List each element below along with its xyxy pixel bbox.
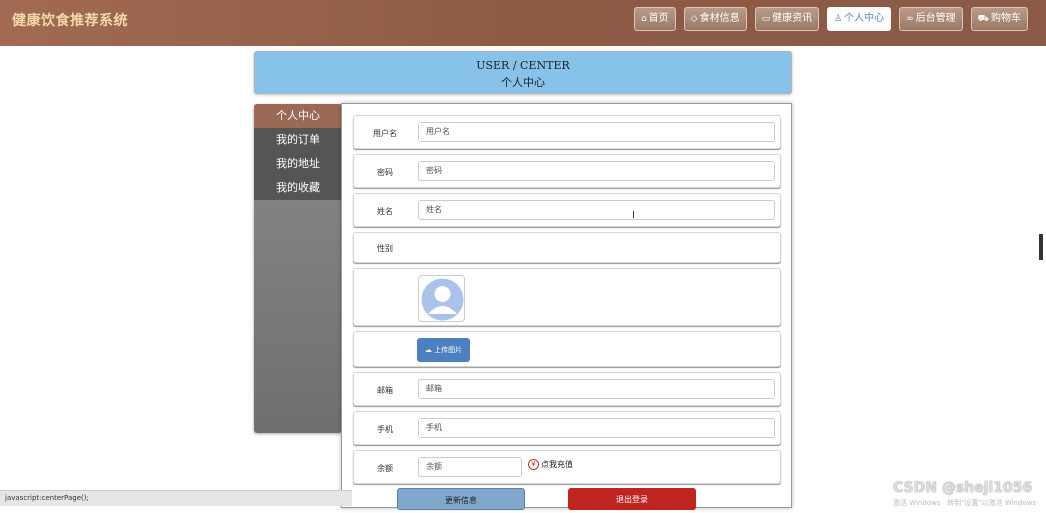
avatar-row: [353, 268, 781, 326]
home-icon: ⌂: [640, 14, 647, 24]
sidebar-item-orders[interactable]: 我的订单: [254, 128, 342, 152]
password-input[interactable]: 密码: [418, 161, 775, 181]
yen-icon: ¥: [528, 459, 539, 470]
banner-title-zh: 个人中心: [501, 76, 545, 89]
balance-label: 余额: [377, 464, 393, 473]
email-label: 邮箱: [377, 386, 393, 395]
avatar-placeholder-icon: [421, 278, 464, 321]
top-nav-bar: 健康饮食推荐系统 ⌂ 首页 ◇ 食材信息 ▭ 健康资讯 ♙ 个人中心 ∞ 后台管理 ⛟ 购物…: [0, 0, 1046, 46]
nav-label: 后台管理: [915, 13, 956, 24]
scrollbar-thumb[interactable]: [1039, 234, 1043, 260]
nav-cart[interactable]: ⛟ 购物车: [970, 7, 1028, 31]
banner-title-en: USER / CENTER: [476, 59, 570, 72]
profile-form: 用户名 用户名 密码 密码 姓名 姓名 性别 ☁ 上传图片 邮箱 邮箱 手机 手…: [341, 103, 792, 508]
nav-home[interactable]: ⌂ 首页: [633, 7, 676, 31]
username-input[interactable]: 用户名: [418, 122, 775, 142]
nav-label: 购物车: [991, 13, 1021, 24]
user-icon: ♙: [834, 14, 843, 24]
nav-ingredients[interactable]: ◇ 食材信息: [683, 7, 747, 31]
recharge-label: 点我充值: [541, 460, 573, 469]
csdn-watermark: CSDN @sheji1056 激活 Windows · 转到"设置"以激活 W…: [893, 480, 1036, 507]
cart-icon: ⛟: [977, 14, 989, 24]
sidebar-menu: 个人中心 我的订单 我的地址 我的收藏: [254, 104, 342, 433]
sidebar-item-user-center[interactable]: 个人中心: [254, 104, 342, 128]
text-cursor-icon: I: [632, 210, 635, 221]
sidebar-item-address[interactable]: 我的地址: [254, 152, 342, 176]
balance-input[interactable]: 余额: [418, 457, 522, 477]
tag-icon: ◇: [690, 14, 698, 24]
username-label: 用户名: [373, 129, 397, 138]
nav-user-center[interactable]: ♙ 个人中心: [827, 7, 892, 31]
upload-row: ☁ 上传图片: [353, 331, 781, 367]
gender-row: 性别: [353, 232, 781, 263]
cloud-upload-icon: ☁: [424, 346, 432, 354]
username-row: 用户名 用户名: [353, 115, 781, 149]
watermark-text: CSDN @sheji1056: [893, 480, 1033, 496]
name-row: 姓名 姓名: [353, 193, 781, 227]
upload-image-button[interactable]: ☁ 上传图片: [417, 338, 470, 362]
browser-status-bar: javascript:centerPage();: [0, 490, 352, 506]
gender-label: 性别: [377, 244, 393, 253]
phone-input[interactable]: 手机: [418, 418, 775, 438]
avatar-image[interactable]: [418, 275, 465, 322]
nav-label: 首页: [648, 13, 669, 24]
news-icon: ▭: [761, 14, 771, 24]
nav-label: 健康资讯: [772, 13, 813, 24]
nav-admin[interactable]: ∞ 后台管理: [899, 7, 963, 31]
upload-label: 上传图片: [434, 346, 463, 354]
password-label: 密码: [377, 168, 393, 177]
nav-label: 个人中心: [844, 13, 885, 24]
phone-label: 手机: [377, 425, 393, 434]
update-info-button[interactable]: 更新信息: [397, 488, 525, 510]
balance-row: 余额 余额 ¥ 点我充值: [353, 450, 781, 484]
page-banner: USER / CENTER 个人中心: [254, 51, 792, 94]
email-row: 邮箱 邮箱: [353, 372, 781, 406]
name-input[interactable]: 姓名: [418, 200, 775, 220]
recharge-link[interactable]: ¥ 点我充值: [528, 459, 573, 470]
password-row: 密码 密码: [353, 154, 781, 188]
email-input[interactable]: 邮箱: [418, 379, 775, 399]
nav-health-news[interactable]: ▭ 健康资讯: [754, 7, 820, 31]
phone-row: 手机 手机: [353, 411, 781, 445]
sidebar-item-favorites[interactable]: 我的收藏: [254, 176, 342, 200]
logout-button[interactable]: 退出登录: [568, 488, 696, 510]
main-nav: ⌂ 首页 ◇ 食材信息 ▭ 健康资讯 ♙ 个人中心 ∞ 后台管理 ⛟ 购物车: [633, 7, 1028, 31]
link-icon: ∞: [906, 14, 914, 24]
name-label: 姓名: [377, 207, 393, 216]
activate-windows-text: 激活 Windows · 转到"设置"以激活 Windows: [893, 499, 1037, 507]
site-brand[interactable]: 健康饮食推荐系统: [12, 10, 128, 30]
nav-label: 食材信息: [699, 13, 740, 24]
